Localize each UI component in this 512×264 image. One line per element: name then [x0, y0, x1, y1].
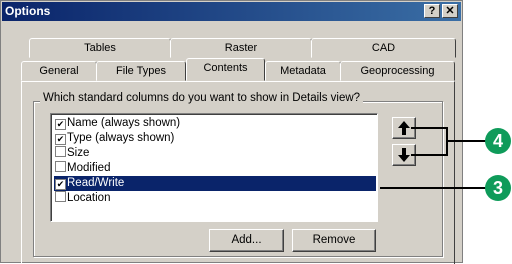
callout-line	[446, 140, 486, 142]
tab-raster[interactable]: Raster	[170, 38, 312, 58]
callout-badge-3: 3	[485, 175, 511, 201]
tab-contents[interactable]: Contents	[186, 58, 265, 81]
checkbox[interactable]	[55, 191, 66, 202]
list-item[interactable]: Size	[54, 146, 376, 161]
item-label: Read/Write	[67, 177, 125, 189]
list-item-selected[interactable]: ✔ Read/Write	[54, 176, 376, 191]
list-item[interactable]: ✔ Name (always shown)	[54, 116, 376, 131]
callout-line	[380, 187, 486, 189]
item-label: Name (always shown)	[67, 117, 181, 129]
help-button[interactable]: ?	[424, 4, 440, 18]
tab-geoprocessing[interactable]: Geoprocessing	[340, 61, 455, 81]
list-item[interactable]: ✔ Type (always shown)	[54, 131, 376, 146]
tab-tables[interactable]: Tables	[29, 38, 171, 58]
remove-button[interactable]: Remove	[292, 229, 376, 252]
checkbox[interactable]	[55, 146, 66, 157]
close-button[interactable]: ✕	[442, 4, 458, 18]
list-item[interactable]: Location	[54, 191, 376, 206]
checkbox[interactable]: ✔	[55, 179, 66, 190]
tab-cad[interactable]: CAD	[311, 38, 456, 58]
add-button[interactable]: Add...	[209, 229, 284, 252]
checkbox[interactable]: ✔	[55, 134, 66, 145]
checkbox[interactable]	[55, 161, 66, 172]
groupbox-label: Which standard columns do you want to sh…	[40, 92, 364, 104]
tab-general[interactable]: General	[21, 61, 97, 81]
callout-line	[411, 154, 447, 156]
callout-badge-4: 4	[485, 128, 511, 154]
window-title: Options	[5, 4, 51, 18]
list-item[interactable]: Modified	[54, 161, 376, 176]
tab-metadata[interactable]: Metadata	[265, 61, 341, 81]
item-label: Location	[67, 192, 111, 204]
tab-file-types[interactable]: File Types	[96, 61, 186, 81]
item-label: Size	[67, 147, 90, 159]
checkbox[interactable]: ✔	[55, 119, 66, 130]
item-label: Type (always shown)	[67, 132, 175, 144]
callout-line	[411, 127, 447, 129]
columns-list[interactable]: ✔ Name (always shown) ✔ Type (always shown…	[50, 113, 378, 222]
item-label: Modified	[67, 162, 111, 174]
title-bar: Options	[2, 2, 461, 21]
